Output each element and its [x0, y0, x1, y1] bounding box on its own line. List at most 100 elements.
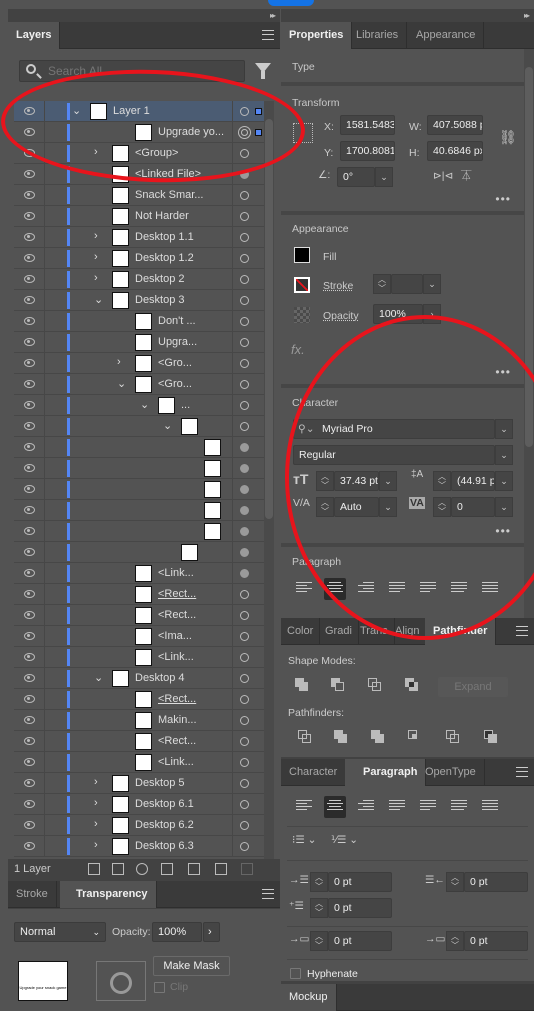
unite-icon[interactable]: [295, 678, 309, 692]
angle-dropdown[interactable]: ⌄: [375, 167, 393, 187]
fx-icon[interactable]: fx.: [291, 342, 305, 357]
align-right-icon[interactable]: [355, 796, 377, 818]
layer-row[interactable]: Makin...: [14, 710, 264, 731]
justify-right-icon[interactable]: [448, 578, 470, 600]
visibility-eye-icon[interactable]: [24, 296, 35, 304]
target-icon[interactable]: [240, 191, 249, 200]
layer-name[interactable]: Layer 1: [113, 105, 150, 117]
first-line-indent-stepper[interactable]: ︿ ﹀: [310, 898, 328, 918]
layers-menu-icon[interactable]: [262, 30, 274, 40]
tab-mockup[interactable]: Mockup: [281, 984, 337, 1011]
right-indent-input[interactable]: 0 pt: [464, 872, 528, 892]
tab-gradient[interactable]: Gradi: [319, 618, 359, 645]
chevron-right-icon[interactable]: ›: [94, 818, 98, 830]
collapse-panels-icon[interactable]: ▸▸: [270, 11, 276, 20]
target-icon[interactable]: [240, 254, 249, 263]
align-center-icon[interactable]: [324, 796, 346, 818]
chevron-right-icon[interactable]: ›: [94, 776, 98, 788]
align-right-icon[interactable]: [355, 578, 377, 600]
visibility-eye-icon[interactable]: [24, 842, 35, 850]
trim-icon[interactable]: [334, 730, 348, 744]
layer-name[interactable]: <Gro...: [158, 357, 192, 369]
export-icon[interactable]: [112, 863, 124, 875]
layer-name[interactable]: <Link...: [158, 651, 194, 663]
flip-vertical-icon[interactable]: ⏄: [461, 168, 472, 183]
layer-name[interactable]: Desktop 4: [135, 672, 185, 684]
delete-icon[interactable]: [241, 863, 253, 875]
visibility-eye-icon[interactable]: [24, 464, 35, 472]
kerning-dropdown[interactable]: ⌄: [379, 497, 397, 517]
layer-name[interactable]: Upgrade yo...: [158, 126, 224, 138]
filter-icon[interactable]: [255, 63, 271, 79]
target-icon[interactable]: [240, 485, 249, 494]
tab-character[interactable]: Character: [281, 759, 347, 786]
target-icon[interactable]: [240, 737, 249, 746]
visibility-eye-icon[interactable]: [24, 611, 35, 619]
visibility-eye-icon[interactable]: [24, 359, 35, 367]
visibility-eye-icon[interactable]: [24, 233, 35, 241]
chevron-right-icon[interactable]: ›: [94, 230, 98, 242]
chevron-down-icon[interactable]: ⌄: [117, 377, 126, 390]
layer-row[interactable]: › Desktop 2: [14, 269, 264, 290]
visibility-eye-icon[interactable]: [24, 569, 35, 577]
reference-point-icon[interactable]: [293, 123, 313, 143]
visibility-eye-icon[interactable]: [24, 695, 35, 703]
y-input[interactable]: 1700.8081: [340, 141, 395, 161]
layer-name[interactable]: <Group>: [135, 147, 178, 159]
tab-layers[interactable]: Layers: [8, 22, 61, 49]
tracking-stepper[interactable]: ︿ ﹀: [433, 497, 451, 517]
layer-row[interactable]: ⌄ Desktop 3: [14, 290, 264, 311]
x-input[interactable]: 1581.5483: [340, 115, 395, 135]
layer-row[interactable]: <Rect...: [14, 584, 264, 605]
layer-row[interactable]: <Link...: [14, 563, 264, 584]
layer-row[interactable]: <Linked File>: [14, 164, 264, 185]
target-icon[interactable]: [240, 590, 249, 599]
layer-row[interactable]: ⌄ Layer 1: [14, 101, 264, 122]
visibility-eye-icon[interactable]: [24, 170, 35, 178]
new-layer-icon[interactable]: [215, 863, 227, 875]
selection-indicator[interactable]: [255, 129, 262, 136]
layer-name[interactable]: Makin...: [158, 714, 197, 726]
layer-name[interactable]: <Link...: [158, 567, 194, 579]
visibility-eye-icon[interactable]: [24, 380, 35, 388]
kerning-stepper[interactable]: ︿ ﹀: [316, 497, 334, 517]
layer-name[interactable]: Don't ...: [158, 315, 196, 327]
layers-search-input[interactable]: [48, 63, 228, 79]
layer-row[interactable]: Don't ...: [14, 311, 264, 332]
selection-indicator[interactable]: [255, 108, 262, 115]
target-icon[interactable]: [240, 695, 249, 704]
layer-row[interactable]: › Desktop 6.2: [14, 815, 264, 836]
target-icon[interactable]: [240, 170, 249, 179]
minus-front-icon[interactable]: [331, 678, 345, 692]
layer-row[interactable]: <Link...: [14, 647, 264, 668]
layer-name[interactable]: Desktop 2: [135, 273, 185, 285]
new-sublayer-icon[interactable]: [188, 863, 200, 875]
target-icon[interactable]: [240, 569, 249, 578]
crop-icon[interactable]: [408, 730, 422, 744]
chevron-down-icon[interactable]: ⌄: [163, 419, 172, 432]
numbered-list-icon[interactable]: ⅟☰ ⌄: [331, 834, 358, 846]
stroke-dropdown[interactable]: ⌄: [423, 274, 441, 294]
visibility-eye-icon[interactable]: [24, 779, 35, 787]
paragraph-menu-icon[interactable]: [516, 767, 528, 777]
chevron-right-icon[interactable]: ›: [94, 839, 98, 851]
visibility-eye-icon[interactable]: [24, 716, 35, 724]
layer-row[interactable]: [14, 437, 264, 458]
minus-back-icon[interactable]: [484, 730, 498, 744]
layer-name[interactable]: Desktop 6.3: [135, 840, 194, 852]
make-mask-button[interactable]: Make Mask: [153, 956, 230, 976]
target-icon[interactable]: [240, 527, 249, 536]
tab-libraries[interactable]: Libraries: [348, 22, 408, 49]
chevron-right-icon[interactable]: ›: [94, 251, 98, 263]
layer-row[interactable]: Upgra...: [14, 332, 264, 353]
target-icon[interactable]: [240, 464, 249, 473]
target-icon[interactable]: [240, 443, 249, 452]
visibility-eye-icon[interactable]: [24, 527, 35, 535]
font-size-input[interactable]: 37.43 pt: [334, 471, 379, 491]
opacity-slider-button[interactable]: ›: [203, 922, 220, 942]
stroke-weight-input[interactable]: [391, 274, 423, 294]
align-left-icon[interactable]: [293, 796, 315, 818]
layer-name[interactable]: Desktop 3: [135, 294, 185, 306]
bullets-icon[interactable]: ⁝☰ ⌄: [292, 834, 316, 846]
layer-row[interactable]: Not Harder: [14, 206, 264, 227]
